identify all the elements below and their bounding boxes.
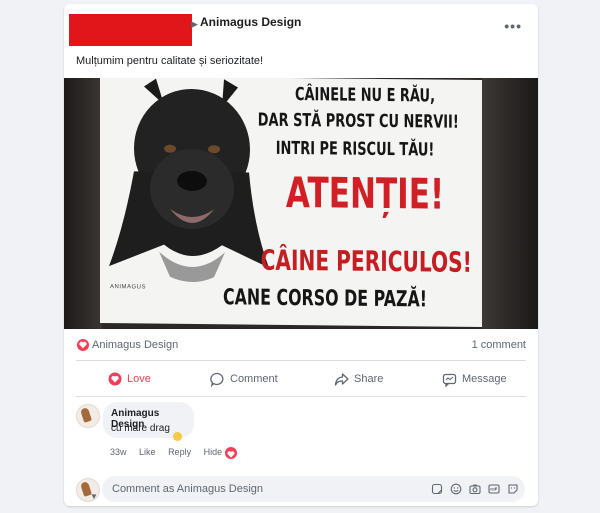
divider-top [76, 360, 526, 361]
messenger-icon [442, 373, 457, 387]
sticker-icon[interactable] [430, 482, 443, 495]
divider-bottom [76, 396, 526, 397]
chevron-down-icon[interactable]: ▼ [90, 492, 98, 501]
message-button-label: Message [462, 373, 507, 385]
share-arrow-icon [334, 372, 349, 386]
comment-hide-link[interactable]: Hide [204, 447, 223, 457]
love-button-label: Love [127, 373, 151, 385]
gif-icon[interactable] [487, 482, 500, 495]
redacted-profile-block [69, 14, 192, 46]
comment-reply-link[interactable]: Reply [168, 447, 191, 457]
comment-text-wrap: cu mare drag:) [111, 423, 182, 441]
comment-button[interactable]: Comment [210, 370, 278, 388]
love-reaction-icon[interactable] [77, 339, 89, 351]
comment-text: cu mare drag [111, 423, 170, 434]
share-button[interactable]: Share [334, 370, 383, 388]
comment-like-link[interactable]: Like [139, 447, 156, 457]
dog-portrait-illustration [109, 78, 269, 282]
love-button[interactable]: Love [108, 370, 151, 388]
comment-button-label: Comment [230, 373, 278, 385]
warning-sign: ANIMAGUS CÂINELE NU E RĂU, DAR STĂ PROST… [100, 78, 482, 328]
avatar[interactable] [76, 404, 100, 428]
comment-input[interactable] [110, 482, 414, 496]
post-author[interactable]: Animagus Design [200, 15, 301, 29]
post-photo[interactable]: ANIMAGUS CÂINELE NU E RĂU, DAR STĂ PROST… [64, 78, 538, 329]
comment-item: Animagus Design cu mare drag:) 33w Like … [64, 402, 538, 462]
sign-line-1: CÂINELE NU E RĂU, [295, 84, 435, 107]
photo-background-right [482, 78, 538, 329]
sign-line-dangerous-dog: CÂINE PERICULOS! [260, 243, 472, 279]
heart-icon [108, 372, 122, 386]
post-header: ▶ Animagus Design ••• [64, 4, 538, 50]
comment-bubble: Animagus Design cu mare drag:) [103, 402, 194, 441]
sign-line-attention: ATENȚIE! [285, 167, 445, 219]
sticker-smile-icon[interactable] [506, 482, 519, 495]
smile-emoji-icon: :) [172, 432, 182, 441]
post-card: ▶ Animagus Design ••• Mulțumim pentru ca… [64, 4, 538, 506]
chevron-right-icon: ▶ [191, 19, 198, 29]
message-button[interactable]: Message [442, 370, 507, 388]
comment-input-box[interactable] [102, 476, 525, 502]
camera-icon[interactable] [468, 482, 481, 495]
post-caption: Mulțumim pentru calitate și seriozitate! [76, 55, 264, 67]
sign-line-2: DAR STĂ PROST CU NERVII! [257, 109, 459, 133]
speech-bubble-icon [210, 372, 224, 387]
reaction-stats: Animagus Design 1 comment [64, 334, 538, 360]
sign-line-guard-dog: CANE CORSO DE PAZĂ! [222, 285, 428, 313]
comment-love-reaction-icon[interactable] [225, 447, 237, 459]
reaction-names[interactable]: Animagus Design [92, 339, 178, 351]
share-button-label: Share [354, 373, 384, 385]
comment-age[interactable]: 33w [110, 447, 127, 457]
comments-count[interactable]: 1 comment [472, 339, 526, 351]
comment-composer: ▼ [64, 474, 538, 504]
more-options-icon[interactable]: ••• [504, 18, 522, 34]
emoji-icon[interactable] [449, 482, 462, 495]
photo-background-left [64, 78, 102, 329]
post-actions: Love Comment Share Message [64, 364, 538, 394]
comment-meta: 33w Like Reply Hide [110, 447, 232, 457]
sign-line-3: INTRI PE RISCUL TĂU! [275, 137, 435, 161]
composer-icons [430, 482, 519, 495]
sign-brand-mark: ANIMAGUS [110, 284, 147, 291]
